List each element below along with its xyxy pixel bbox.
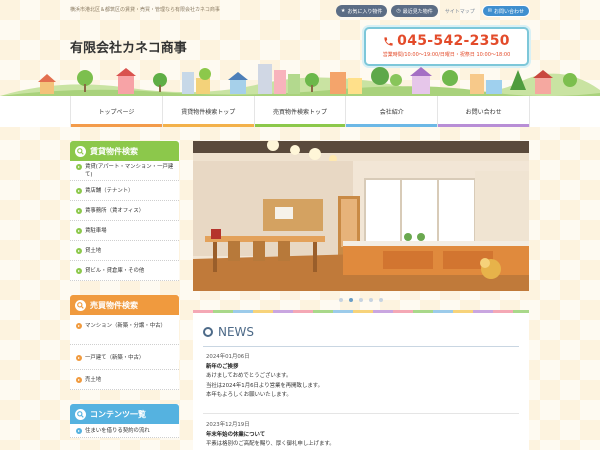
nav-item-4[interactable]: お問い合わせ (438, 96, 530, 127)
circle-icon (203, 327, 213, 337)
slider-dot[interactable] (339, 298, 343, 302)
slider-dot[interactable] (379, 298, 383, 302)
search-icon (75, 408, 86, 420)
search-icon (75, 145, 86, 157)
clock-icon: ◷ (396, 8, 401, 14)
news-title: NEWS (218, 325, 255, 339)
search-icon (75, 299, 86, 311)
sidebar-heading-contents: コンテンツ一覧 (70, 404, 179, 424)
slider-dot[interactable] (349, 298, 353, 302)
sidebar-heading-label: コンテンツ一覧 (90, 409, 146, 419)
sidebar-block-sale: 売買物件検索マンション（新築・分譲・中古） 一戸建て（新築・中古） 売土地 (70, 295, 179, 390)
contact-label: お問い合わせ (493, 8, 524, 15)
sidebar-item-label: 賃駐車場 (85, 228, 107, 234)
sidebar-item-rent-5[interactable]: 貸ビル・貸倉庫・その他 (70, 261, 179, 281)
news-entry-title[interactable]: 新年のご挨拶 (206, 363, 516, 373)
nav-item-label: 賃貸物件検索トップ (181, 109, 236, 116)
slider-dot[interactable] (359, 298, 363, 302)
favorites-button[interactable]: ★ お気に入り物件 (335, 5, 388, 17)
news-entry-text: 平素は格別のご高配を賜り、厚く御礼申し上げます。 (206, 441, 335, 448)
sidebar-item-label: 賃貸(アパート・マンション・一戸建て) (85, 164, 174, 178)
town-illustration (0, 64, 600, 96)
news-date: 2024年01月06日 (206, 354, 250, 360)
arrow-right-icon (76, 268, 82, 274)
nav-item-1[interactable]: 賃貸物件検索トップ (162, 96, 255, 127)
sidebar-item-label: 住まいを借りる契約の流れ (85, 428, 150, 434)
arrow-right-icon (76, 208, 82, 214)
arrow-right-icon (76, 228, 82, 234)
business-hours: 営業時間/10:00～19:00/日曜日・祝祭日 10:00～18:00 (382, 52, 511, 58)
sidebar-heading-sale: 売買物件検索 (70, 295, 179, 315)
nav-item-2[interactable]: 売買物件検索トップ (254, 96, 347, 127)
phone-number[interactable]: 045-542-2350 (397, 33, 510, 49)
nav-item-3[interactable]: 会社紹介 (346, 96, 439, 127)
nav-item-label: 売買物件検索トップ (272, 109, 327, 116)
mail-icon: ✉ (487, 8, 492, 14)
hero-slider[interactable] (193, 141, 529, 291)
sidebar-item-label: 売土地 (85, 377, 102, 383)
tagline: 横浜市港北区＆都筑区の賃貸・売買・管理なら有限会社カネコ商事 (70, 7, 220, 13)
star-icon: ★ (340, 8, 346, 14)
arrow-right-icon (76, 323, 82, 329)
sidebar-heading-rent: 賃貸物件検索 (70, 141, 179, 161)
sidebar-item-rent-3[interactable]: 賃駐車場 (70, 221, 179, 241)
sidebar-item-label: 賃事務所（賃オフィス） (85, 208, 145, 214)
arrow-right-icon (76, 248, 82, 254)
sidebar-item-label: 賃店舗（テナント） (85, 188, 134, 194)
sidebar-item-rent-1[interactable]: 賃店舗（テナント） (70, 181, 179, 201)
sidebar-item-rent-2[interactable]: 賃事務所（賃オフィス） (70, 201, 179, 221)
global-nav: トップページ 賃貸物件検索トップ 売買物件検索トップ 会社紹介 お問い合わせ (0, 96, 600, 127)
news-entry: 2024年01月06日新年のご挨拶 あけましておめでとうございます。当社は2024… (206, 353, 516, 401)
arrow-right-icon (76, 188, 82, 194)
arrow-right-icon (76, 377, 82, 383)
sidebar-heading-label: 売買物件検索 (90, 300, 138, 310)
news-entry: 2023年12月19日年末年始の休業について 平素は格別のご高配を賜り、厚く御礼申… (206, 421, 516, 450)
news-divider (203, 346, 519, 347)
sidebar-item-label: 貸ビル・貸倉庫・その他 (85, 268, 145, 274)
sidebar-item-label: 一戸建て（新築・中古） (85, 354, 145, 361)
slider-dot[interactable] (369, 298, 373, 302)
sidebar-item-label: マンション（新築・分譲・中古） (85, 323, 166, 329)
news-heading: NEWS (203, 325, 254, 339)
nav-item-label: 会社紹介 (379, 109, 404, 116)
sitemap-link[interactable]: サイトマップ (445, 8, 475, 15)
arrow-right-icon (76, 354, 82, 361)
sidebar-item-sale-2[interactable]: 売土地 (70, 370, 179, 390)
header: 横浜市港北区＆都筑区の賃貸・売買・管理なら有限会社カネコ商事 ★ お気に入り物件… (0, 0, 600, 96)
nav-item-0[interactable]: トップページ (70, 96, 163, 127)
favorites-label: お気に入り物件 (347, 8, 383, 15)
recent-button[interactable]: ◷ 最近見た物件 (391, 5, 438, 17)
sidebar-item-sale-0[interactable]: マンション（新築・分譲・中古） (70, 315, 179, 345)
sidebar-block-contents: コンテンツ一覧住まいを借りる契約の流れ (70, 404, 179, 438)
sidebar-block-rent: 賃貸物件検索賃貸(アパート・マンション・一戸建て) 賃店舗（テナント） 賃事務所（賃… (70, 141, 179, 281)
contact-button[interactable]: ✉ お問い合わせ (481, 5, 530, 17)
news-date: 2023年12月19日 (206, 422, 250, 428)
news-entry-divider (203, 413, 519, 414)
sidebar: 賃貸物件検索賃貸(アパート・マンション・一戸建て) 賃店舗（テナント） 賃事務所（賃… (70, 141, 179, 450)
news-section: NEWS 2024年01月06日新年のご挨拶 あけましておめでとうございます。当社… (193, 313, 529, 450)
phone-icon (384, 36, 393, 46)
sidebar-item-rent-4[interactable]: 貸土地 (70, 241, 179, 261)
slider-dots (193, 298, 529, 302)
kitchen-photo (193, 141, 529, 291)
news-entry-text: あけましておめでとうございます。 (206, 373, 292, 380)
sidebar-item-label: 貸土地 (85, 248, 102, 254)
arrow-right-icon (76, 428, 82, 434)
news-entry-text: 本年もよろしくお願いいたします。 (206, 392, 292, 399)
recent-label: 最近見た物件 (402, 8, 433, 15)
top-links: ★ お気に入り物件 ◷ 最近見た物件 サイトマップ ✉ お問い合わせ (335, 5, 530, 17)
nav-item-label: お問い合わせ (465, 109, 502, 116)
news-entry-title[interactable]: 年末年始の休業について (206, 431, 516, 441)
sidebar-item-rent-0[interactable]: 賃貸(アパート・マンション・一戸建て) (70, 161, 179, 181)
news-entry-text: 当社は2024年1月6日より営業を再開致します。 (206, 382, 323, 389)
sidebar-item-sale-1[interactable]: 一戸建て（新築・中古） (70, 345, 179, 370)
sidebar-item-contents-0[interactable]: 住まいを借りる契約の流れ (70, 424, 179, 438)
arrow-right-icon (76, 164, 82, 170)
nav-item-label: トップページ (98, 109, 135, 116)
sidebar-heading-label: 賃貸物件検索 (90, 146, 138, 156)
site-logo[interactable]: 有限会社カネコ商事 (70, 37, 187, 56)
